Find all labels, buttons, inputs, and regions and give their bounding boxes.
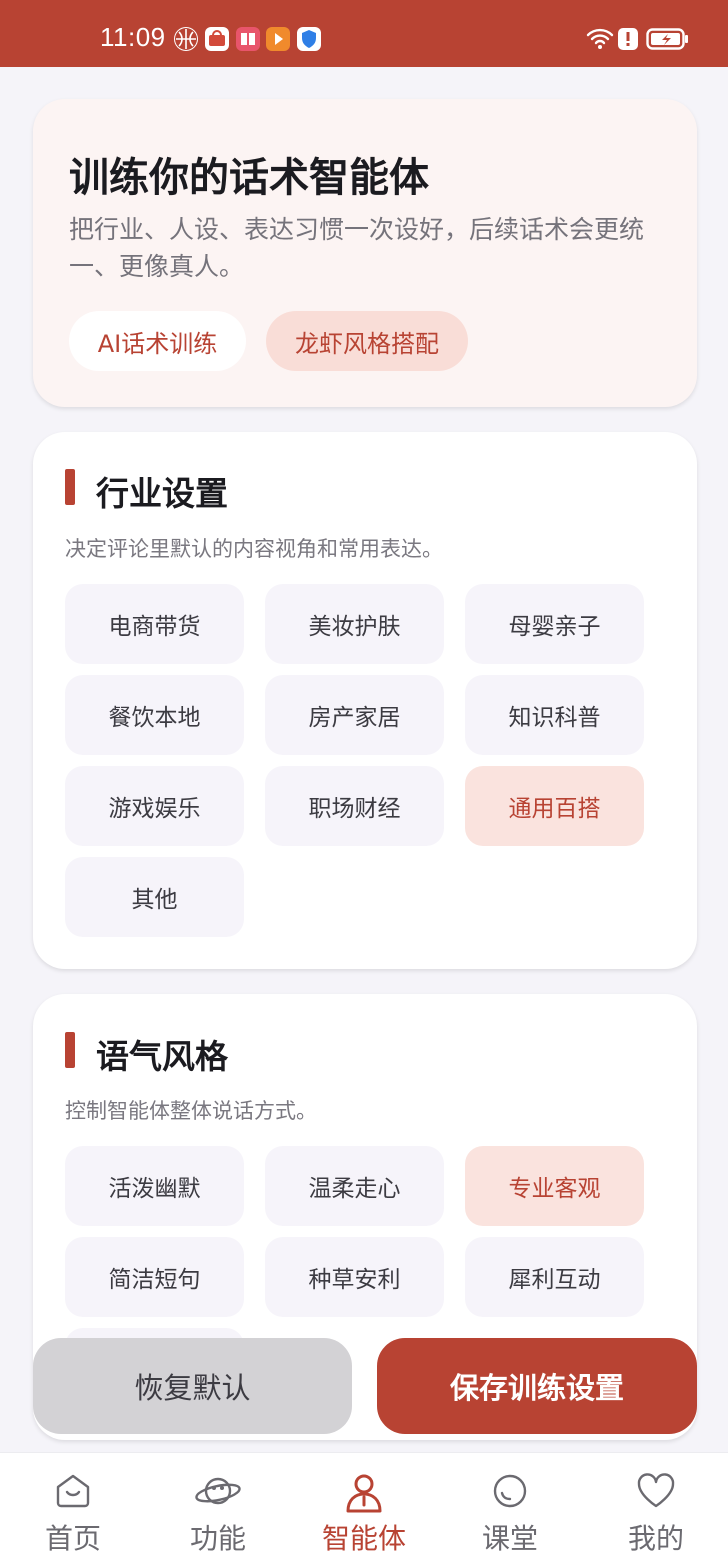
tone-option[interactable]: 活泼幽默	[65, 1146, 244, 1226]
save-settings-button[interactable]: 保存训练设置	[377, 1338, 697, 1434]
nav-item-mine[interactable]: 我的	[601, 1453, 711, 1554]
home-icon	[56, 1474, 90, 1508]
classroom-icon	[493, 1474, 527, 1508]
hero-subtitle: 把行业、人设、表达习惯一次设好，后续话术会更统一、更像真人。	[69, 215, 645, 281]
planet-icon	[195, 1477, 241, 1505]
tone-option[interactable]: 简洁短句	[65, 1237, 244, 1317]
nav-item-agent[interactable]: 智能体	[309, 1453, 419, 1554]
bottom-nav: 首页 功能 智能体 课堂 我的	[0, 1452, 728, 1554]
tone-option[interactable]: 种草安利	[265, 1237, 444, 1317]
reset-default-button[interactable]: 恢复默认	[33, 1338, 352, 1434]
status-time: 11:09	[100, 22, 166, 52]
industry-option-selected[interactable]: 通用百搭	[465, 766, 644, 846]
nav-label: 首页	[44, 1522, 101, 1554]
hero-card: 训练你的话术智能体 把行业、人设、表达习惯一次设好，后续话术会更统一、更像真人。…	[33, 99, 697, 407]
tone-option[interactable]: 犀利互动	[465, 1237, 644, 1317]
tone-section-desc: 控制智能体整体说话方式。	[65, 1099, 317, 1123]
industry-section-desc: 决定评论里默认的内容视角和常用表达。	[65, 537, 443, 561]
heart-icon	[637, 1473, 675, 1508]
status-bar: 11:09	[0, 0, 728, 67]
nav-item-features[interactable]: 功能	[163, 1453, 273, 1554]
section-accent-bar	[65, 469, 75, 505]
battery-icon	[646, 26, 690, 56]
alert-icon	[617, 26, 639, 56]
section-accent-bar	[65, 1032, 75, 1068]
agent-icon	[346, 1474, 382, 1513]
industry-option[interactable]: 房产家居	[265, 675, 444, 755]
tab-ai-training[interactable]: AI话术训练	[69, 311, 246, 371]
nav-label: 我的	[627, 1522, 684, 1554]
nav-item-classroom[interactable]: 课堂	[455, 1453, 565, 1554]
wifi-icon	[586, 26, 614, 56]
nav-label: 课堂	[481, 1522, 538, 1554]
tone-option-selected[interactable]: 专业客观	[465, 1146, 644, 1226]
basketball-app-icon	[174, 27, 198, 51]
shop-app-icon	[205, 27, 229, 51]
nav-label: 功能	[189, 1522, 246, 1554]
page-title: 训练你的话术智能体	[69, 155, 429, 201]
industry-option[interactable]: 母婴亲子	[465, 584, 644, 664]
shield-app-icon	[297, 27, 321, 51]
video-app-icon	[266, 27, 290, 51]
industry-option[interactable]: 美妆护肤	[265, 584, 444, 664]
nav-label: 智能体	[321, 1522, 406, 1554]
nav-item-home[interactable]: 首页	[18, 1453, 128, 1554]
industry-option[interactable]: 电商带货	[65, 584, 244, 664]
industry-option[interactable]: 游戏娱乐	[65, 766, 244, 846]
industry-option[interactable]: 餐饮本地	[65, 675, 244, 755]
industry-settings-card: 行业设置 决定评论里默认的内容视角和常用表达。 电商带货 美妆护肤 母婴亲子 餐…	[33, 432, 697, 969]
industry-option[interactable]: 职场财经	[265, 766, 444, 846]
tone-section-title: 语气风格	[96, 1037, 228, 1076]
book-app-icon	[236, 27, 260, 51]
industry-option[interactable]: 知识科普	[465, 675, 644, 755]
industry-section-title: 行业设置	[96, 474, 228, 513]
tone-option[interactable]: 温柔走心	[265, 1146, 444, 1226]
tab-style-matching[interactable]: 龙虾风格搭配	[266, 311, 468, 371]
industry-option[interactable]: 其他	[65, 857, 244, 937]
